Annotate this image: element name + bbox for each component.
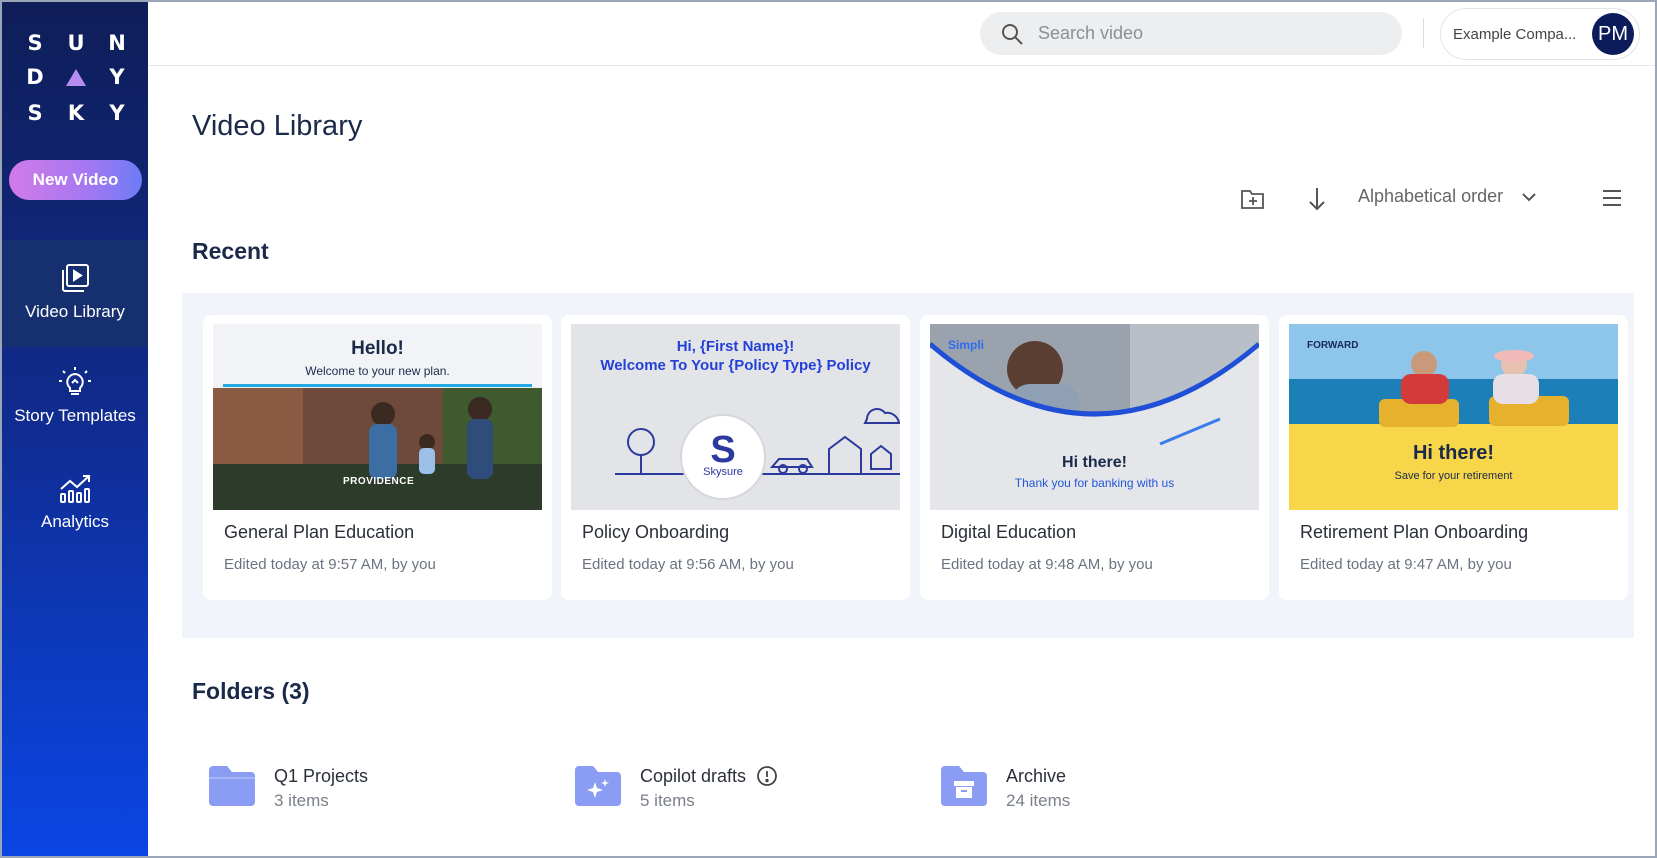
app-window: SUN DY SKY New Video Video Library Story… bbox=[0, 0, 1657, 858]
folder-item-count: 24 items bbox=[1006, 791, 1071, 810]
video-thumbnail: Hello! Welcome to your new plan. PROVIDE… bbox=[213, 324, 542, 510]
logo-letter: S bbox=[27, 101, 43, 125]
thumbnail-heading: Hi there! bbox=[1412, 442, 1495, 464]
search-icon bbox=[1002, 23, 1023, 45]
top-header: Example Compa... PM bbox=[148, 2, 1655, 66]
logo-letter: U bbox=[67, 31, 85, 55]
logo-letter: Y bbox=[109, 65, 125, 89]
search-bar[interactable] bbox=[980, 12, 1402, 55]
sundaysky-logo[interactable]: SUN DY SKY bbox=[24, 26, 128, 130]
video-thumbnail: Hi there! Save for your retirement FORWA… bbox=[1289, 324, 1618, 510]
thumbnail-heading: Hi, {First Name}! bbox=[676, 338, 795, 355]
lightbulb-icon bbox=[59, 367, 91, 395]
thumbnail-brand: PROVIDENCE bbox=[343, 476, 415, 487]
video-title: General Plan Education bbox=[224, 522, 415, 542]
video-edited-meta: Edited today at 9:48 AM, by you bbox=[941, 556, 1153, 573]
logo-letter: Y bbox=[109, 101, 125, 125]
logo-letter: K bbox=[67, 101, 85, 125]
sidebar-item-video-library[interactable]: Video Library bbox=[2, 240, 148, 347]
sort-order-label: Alphabetical order bbox=[1358, 186, 1504, 206]
account-name: Example Compa... bbox=[1453, 25, 1577, 43]
video-title: Retirement Plan Onboarding bbox=[1300, 522, 1529, 542]
thumbnail-heading: Hi there! bbox=[1062, 454, 1127, 471]
thumbnail-image bbox=[1289, 324, 1618, 510]
video-card-policy-onboarding[interactable]: S Hi, {First Name}! Welcome To Your {Pol… bbox=[561, 315, 910, 600]
search-input[interactable] bbox=[1038, 23, 1358, 44]
video-edited-meta: Edited today at 9:56 AM, by you bbox=[582, 556, 794, 573]
new-video-button[interactable]: New Video bbox=[9, 160, 142, 200]
sidebar-item-label: Analytics bbox=[40, 512, 110, 531]
list-view-menu-icon[interactable] bbox=[1601, 188, 1623, 208]
svg-text:S: S bbox=[710, 429, 735, 471]
info-icon[interactable] bbox=[756, 765, 778, 787]
sidebar-item-story-templates[interactable]: Story Templates bbox=[2, 366, 148, 426]
thumbnail-brand: Skysure bbox=[703, 466, 743, 478]
video-card-retirement-plan-onboarding[interactable]: Hi there! Save for your retirement FORWA… bbox=[1279, 315, 1628, 600]
video-edited-meta: Edited today at 9:57 AM, by you bbox=[224, 556, 436, 573]
archive-folder-icon bbox=[941, 766, 987, 806]
folder-name: Archive bbox=[1006, 765, 1067, 786]
video-title: Digital Education bbox=[941, 522, 1077, 542]
video-title: Policy Onboarding bbox=[582, 522, 730, 542]
folder-item-count: 5 items bbox=[640, 791, 695, 810]
sparkle-folder-icon bbox=[575, 766, 621, 806]
video-thumbnail: S Hi, {First Name}! Welcome To Your {Pol… bbox=[571, 324, 900, 510]
logo-triangle-icon bbox=[65, 60, 87, 96]
sort-order-dropdown[interactable]: Alphabetical order bbox=[1358, 186, 1537, 207]
folder-copilot-drafts[interactable]: Copilot drafts 5 items bbox=[573, 764, 778, 811]
folder-archive[interactable]: Archive 24 items bbox=[939, 764, 1070, 811]
folders-section-title: Folders (3) bbox=[192, 678, 310, 704]
folder-name: Copilot drafts bbox=[640, 765, 747, 786]
account-menu[interactable]: Example Compa... PM bbox=[1440, 8, 1640, 60]
logo-letter: N bbox=[108, 31, 126, 55]
page-title: Video Library bbox=[192, 110, 363, 142]
sidebar: SUN DY SKY New Video Video Library Story… bbox=[2, 2, 148, 856]
folder-item-count: 3 items bbox=[274, 791, 329, 810]
thumbnail-brand: FORWARD bbox=[1307, 340, 1359, 351]
analytics-icon bbox=[60, 475, 90, 503]
video-library-icon bbox=[62, 264, 89, 292]
sidebar-item-analytics[interactable]: Analytics bbox=[2, 472, 148, 532]
video-card-digital-education[interactable]: Hi there! Thank you for banking with us … bbox=[920, 315, 1269, 600]
folder-icon bbox=[209, 766, 255, 806]
thumbnail-subheading: Welcome to your new plan. bbox=[305, 364, 450, 378]
thumbnail-subheading: Welcome To Your {Policy Type} Policy bbox=[600, 357, 871, 374]
thumbnail-subheading: Thank you for banking with us bbox=[1014, 476, 1175, 490]
logo-letter: D bbox=[26, 65, 44, 89]
recent-section-title: Recent bbox=[192, 238, 269, 264]
chevron-down-icon bbox=[1522, 192, 1536, 201]
thumbnail-heading: Hello! bbox=[351, 338, 404, 359]
video-edited-meta: Edited today at 9:47 AM, by you bbox=[1300, 556, 1512, 573]
header-divider bbox=[1423, 18, 1424, 48]
avatar: PM bbox=[1592, 13, 1634, 55]
video-card-general-plan-education[interactable]: Hello! Welcome to your new plan. PROVIDE… bbox=[203, 315, 552, 600]
sidebar-item-label: Video Library bbox=[25, 302, 125, 321]
new-folder-icon[interactable] bbox=[1240, 187, 1266, 211]
sidebar-item-label: Story Templates bbox=[14, 406, 136, 425]
folder-name: Q1 Projects bbox=[274, 765, 369, 786]
folder-q1-projects[interactable]: Q1 Projects 3 items bbox=[207, 764, 368, 811]
logo-letter: S bbox=[27, 31, 43, 55]
sort-direction-arrow-icon[interactable] bbox=[1307, 186, 1327, 212]
thumbnail-brand: Simpli bbox=[948, 338, 985, 352]
thumbnail-subheading: Save for your retirement bbox=[1394, 470, 1513, 482]
video-thumbnail: Hi there! Thank you for banking with us … bbox=[930, 324, 1259, 510]
